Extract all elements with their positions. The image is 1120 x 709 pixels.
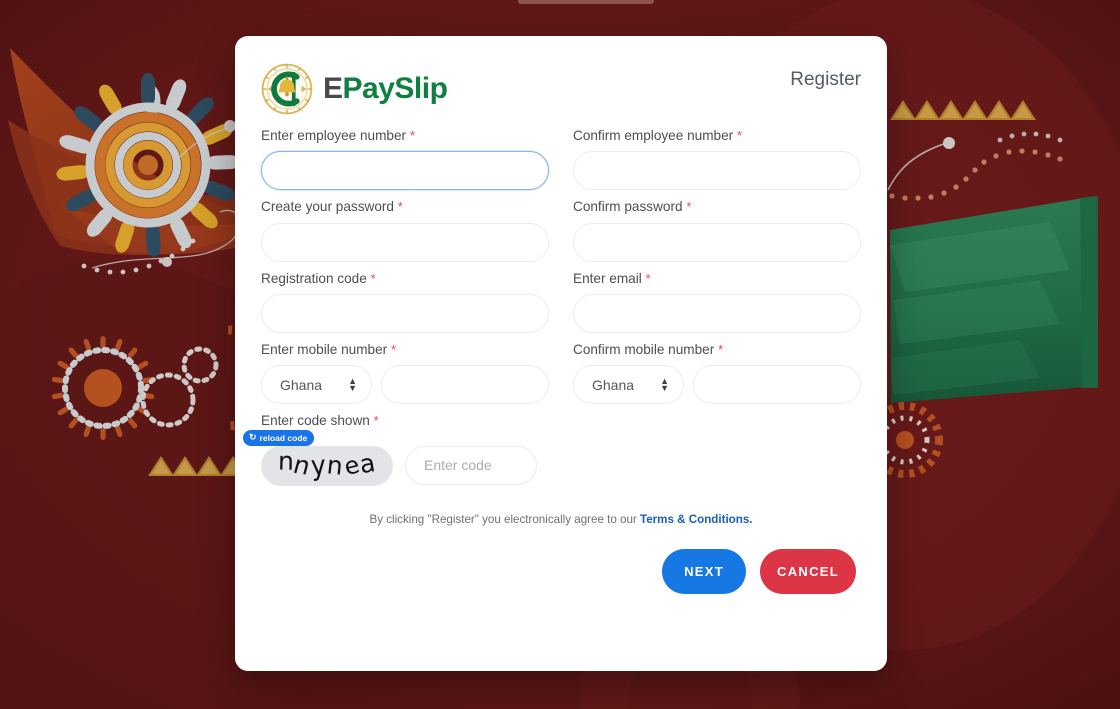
- captcha-code-text: unynea: [277, 447, 379, 482]
- field-label: Enter email *: [573, 271, 861, 287]
- register-form: Enter employee number * Confirm employee…: [235, 128, 887, 594]
- field-label: Enter mobile number *: [261, 342, 549, 358]
- required-asterisk: *: [736, 128, 743, 143]
- phone-group: Ghana ▲ ▼: [573, 365, 861, 405]
- captcha-row: ↻ reload code unynea: [243, 429, 861, 486]
- label-text: Enter employee number: [261, 128, 407, 143]
- reload-code-label: reload code: [259, 432, 308, 443]
- field-label: Confirm mobile number *: [573, 342, 861, 358]
- label-text: Confirm mobile number: [573, 341, 715, 357]
- brand-wordmark: EPaySlip: [323, 72, 448, 105]
- required-asterisk: *: [390, 341, 397, 357]
- field-label: Enter code shown *: [261, 413, 861, 429]
- field-label: Enter employee number *: [261, 128, 549, 144]
- captcha-image: unynea: [261, 445, 393, 486]
- required-asterisk: *: [370, 270, 376, 286]
- label-text: Enter mobile number: [261, 341, 388, 357]
- terms-and-conditions-link[interactable]: Terms & Conditions.: [640, 513, 753, 526]
- form-actions: NEXT CANCEL: [261, 548, 861, 594]
- registration-code-input[interactable]: [261, 293, 549, 333]
- field-label: Confirm password *: [573, 199, 861, 215]
- refresh-icon: ↻: [249, 432, 257, 443]
- mobile-country-select[interactable]: Ghana ▲ ▼: [261, 365, 372, 405]
- form-row: Create your password * Confirm password …: [261, 199, 861, 262]
- register-modal: EPaySlip Register Enter employee number …: [235, 36, 887, 671]
- field-confirm-password: Confirm password *: [573, 199, 861, 262]
- phone-group: Ghana ▲ ▼: [261, 365, 549, 405]
- country-value: Ghana: [592, 376, 635, 393]
- field-employee-number: Enter employee number *: [261, 128, 549, 191]
- country-value: Ghana: [280, 376, 323, 393]
- field-email: Enter email *: [573, 271, 861, 333]
- up-down-stepper-icon: ▲ ▼: [660, 375, 669, 393]
- field-mobile-number: Enter mobile number * Ghana ▲ ▼: [261, 342, 549, 405]
- label-text: Confirm password: [573, 199, 683, 215]
- field-registration-code: Registration code *: [261, 271, 549, 333]
- required-asterisk: *: [686, 199, 692, 215]
- brand: EPaySlip: [261, 63, 448, 115]
- form-row: Enter mobile number * Ghana ▲ ▼ Confirm …: [261, 342, 861, 405]
- employee-number-input[interactable]: [261, 151, 549, 191]
- label-text: Create your password: [261, 199, 394, 215]
- brand-letter-e: E: [323, 72, 343, 105]
- confirm-mobile-country-select[interactable]: Ghana ▲ ▼: [573, 365, 684, 405]
- captcha-box: ↻ reload code unynea: [243, 429, 393, 486]
- field-label: Confirm employee number *: [573, 128, 861, 144]
- brand-word-payslip: PaySlip: [342, 72, 448, 105]
- up-down-stepper-icon: ▲ ▼: [348, 375, 357, 393]
- app-root: EPaySlip Register Enter employee number …: [0, 0, 1120, 709]
- create-password-input[interactable]: [261, 222, 549, 262]
- required-asterisk: *: [718, 341, 724, 357]
- label-text: Enter code shown: [261, 413, 370, 429]
- terms-notice: By clicking "Register" you electronicall…: [261, 513, 861, 526]
- confirm-employee-number-input[interactable]: [573, 151, 861, 191]
- required-asterisk: *: [397, 199, 403, 215]
- page-title: Register: [790, 69, 861, 90]
- email-input[interactable]: [573, 293, 861, 333]
- field-confirm-employee-number: Confirm employee number *: [573, 128, 861, 191]
- field-label: Create your password *: [261, 199, 549, 215]
- required-asterisk: *: [373, 413, 379, 429]
- cancel-button[interactable]: CANCEL: [760, 548, 856, 594]
- form-row: Registration code * Enter email *: [261, 271, 861, 333]
- captcha-code-input[interactable]: [405, 445, 537, 485]
- background-top-strip: [518, 0, 654, 4]
- circular-seal-bell-logo: [261, 63, 313, 115]
- field-create-password: Create your password *: [261, 199, 549, 262]
- confirm-password-input[interactable]: [573, 222, 861, 262]
- required-asterisk: *: [409, 128, 415, 143]
- label-text: Confirm employee number: [573, 128, 734, 143]
- modal-header: EPaySlip Register: [235, 36, 887, 128]
- captcha-char: a: [357, 447, 379, 480]
- captcha-input-wrap: [405, 445, 537, 485]
- mobile-number-input[interactable]: [381, 365, 549, 405]
- captcha-section: Enter code shown * ↻ reload code unynea: [243, 413, 861, 486]
- label-text: Enter email: [573, 270, 642, 286]
- terms-prefix: By clicking "Register" you electronicall…: [369, 512, 640, 526]
- label-text: Registration code: [261, 270, 367, 286]
- required-asterisk: *: [645, 270, 651, 286]
- field-label: Registration code *: [261, 271, 549, 287]
- reload-code-button[interactable]: ↻ reload code: [243, 429, 315, 446]
- form-row: Enter employee number * Confirm employee…: [261, 128, 861, 191]
- confirm-mobile-number-input[interactable]: [693, 365, 861, 405]
- field-confirm-mobile-number: Confirm mobile number * Ghana ▲ ▼: [573, 342, 861, 405]
- next-button[interactable]: NEXT: [662, 548, 746, 594]
